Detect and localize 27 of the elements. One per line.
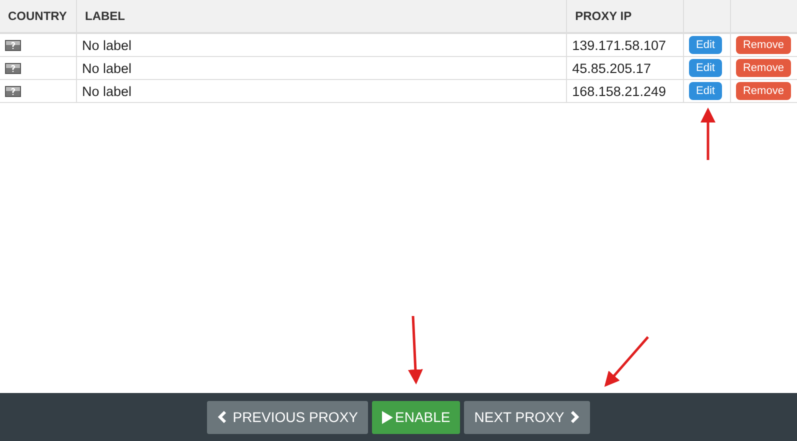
unknown-flag-icon (5, 86, 21, 96)
table-cell: 45.85.205.17 (566, 56, 684, 80)
unknown-flag-icon (5, 62, 21, 74)
edit-button[interactable]: Edit (689, 36, 722, 54)
remove-button[interactable]: Remove (736, 82, 791, 100)
annotation-arrow (604, 336, 649, 387)
previous-button[interactable]: PREVIOUS PROXY (206, 400, 368, 434)
annotation-arrow (408, 316, 423, 384)
table-cell: No label (76, 33, 567, 56)
chevron-right-icon (570, 411, 580, 423)
enable-button[interactable]: ENABLE (372, 400, 460, 434)
unknown-flag-icon (5, 40, 21, 50)
table-cell: No label (76, 80, 567, 102)
annotation-arrow (700, 108, 716, 160)
edit-button[interactable]: Edit (689, 82, 722, 100)
play-icon (382, 410, 393, 424)
edit-button[interactable]: Edit (689, 59, 722, 77)
column-header: COUNTRY (0, 0, 76, 33)
chevron-left-icon (216, 411, 227, 423)
table-cell: 168.158.21.249 (566, 80, 684, 102)
column-header: LABEL (76, 0, 567, 33)
next-button[interactable]: NEXT PROXY (464, 400, 590, 434)
remove-button[interactable]: Remove (736, 36, 791, 54)
remove-button[interactable]: Remove (736, 59, 791, 77)
column-header: PROXY IP (566, 0, 684, 33)
table-cell: 139.171.58.107 (566, 33, 684, 56)
table-cell: No label (76, 56, 567, 80)
